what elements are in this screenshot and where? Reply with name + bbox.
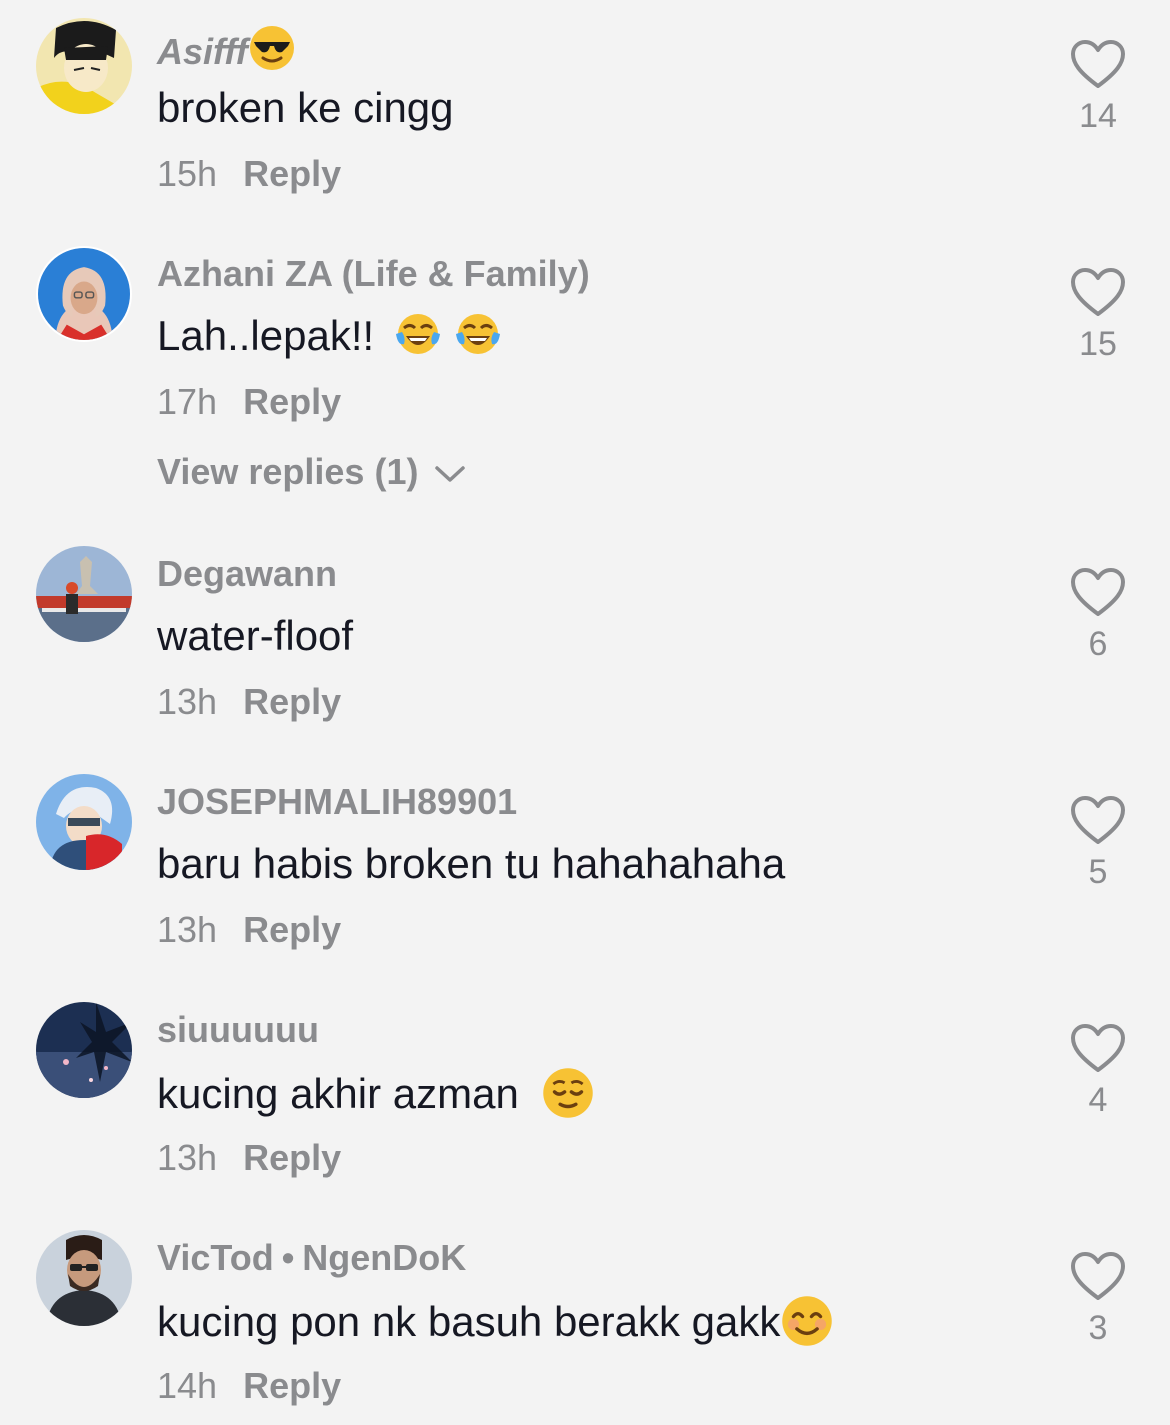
relieved-emoji (541, 1066, 595, 1120)
heart-icon (1071, 796, 1125, 844)
comment-text-body: kucing akhir azman (157, 1070, 519, 1117)
reply-button[interactable]: Reply (243, 1365, 341, 1406)
avatar[interactable] (36, 546, 132, 642)
comment-meta: 14h Reply (157, 1364, 341, 1408)
reply-button[interactable]: Reply (243, 1137, 341, 1178)
like-count: 6 (1088, 625, 1108, 663)
heart-icon (1071, 1024, 1125, 1072)
comment-meta: 15h Reply (157, 152, 341, 196)
avatar[interactable] (36, 18, 132, 114)
like-button[interactable]: 4 (1060, 1022, 1136, 1120)
like-button[interactable]: 15 (1060, 266, 1136, 364)
heart-icon (1071, 1252, 1125, 1300)
like-count: 15 (1079, 325, 1117, 363)
like-button[interactable]: 3 (1060, 1250, 1136, 1348)
sunglasses-emoji (248, 24, 296, 72)
comment-text-body: kucing pon nk basuh berakk gakk (157, 1298, 781, 1345)
username-suffix[interactable]: NgenDoK (302, 1237, 466, 1278)
username-separator: • (281, 1237, 295, 1278)
comment-time: 17h (157, 381, 218, 422)
comment-meta: 13h Reply (157, 1136, 341, 1180)
comment-text: kucing pon nk basuh berakk gakk (157, 1294, 834, 1348)
username[interactable]: Asifff (157, 24, 296, 74)
chevron-down-icon (435, 466, 466, 483)
username-text[interactable]: VicTod (157, 1237, 274, 1278)
avatar[interactable] (36, 1002, 132, 1098)
smiling-emoji (780, 1294, 834, 1348)
reply-button[interactable]: Reply (243, 681, 341, 722)
comment-text: Lah..lepak!! (157, 310, 502, 362)
avatar[interactable] (36, 246, 132, 342)
like-button[interactable]: 6 (1060, 566, 1136, 664)
comment-text-body: Lah..lepak!! (157, 312, 375, 359)
heart-icon (1071, 40, 1125, 88)
username[interactable]: JOSEPHMALIH89901 (157, 780, 517, 824)
tears-of-joy-emoji (454, 310, 502, 358)
comment-text: baru habis broken tu hahahahaha (157, 840, 786, 887)
avatar[interactable] (36, 1230, 132, 1326)
reply-button[interactable]: Reply (243, 381, 341, 422)
username[interactable]: Azhani ZA (Life & Family) (157, 252, 590, 296)
username[interactable]: siuuuuuu (157, 1008, 319, 1052)
view-replies-button[interactable]: View replies (1) (157, 450, 466, 494)
comment-text: water-floof (157, 612, 354, 659)
comment-text: broken ke cingg (157, 84, 454, 131)
heart-icon (1071, 268, 1125, 316)
like-button[interactable]: 5 (1060, 794, 1136, 892)
username[interactable]: Degawann (157, 552, 337, 596)
view-replies-label: View replies (1) (157, 451, 419, 492)
avatar[interactable] (36, 774, 132, 870)
like-count: 3 (1088, 1309, 1108, 1347)
heart-icon (1071, 568, 1125, 616)
comment-time: 15h (157, 153, 218, 194)
comment-text: kucing akhir azman (157, 1066, 595, 1120)
username[interactable]: VicTod • NgenDoK (157, 1236, 466, 1280)
comment-meta: 13h Reply (157, 908, 341, 952)
like-count: 14 (1079, 97, 1117, 135)
reply-button[interactable]: Reply (243, 909, 341, 950)
reply-button[interactable]: Reply (243, 153, 341, 194)
comment-time: 14h (157, 1365, 218, 1406)
like-count: 5 (1088, 853, 1108, 891)
comment-meta: 13h Reply (157, 680, 341, 724)
comment-time: 13h (157, 1137, 218, 1178)
like-button[interactable]: 14 (1060, 38, 1136, 136)
comment-time: 13h (157, 909, 218, 950)
username-text[interactable]: Asifff (157, 31, 248, 72)
tears-of-joy-emoji (394, 310, 442, 358)
comment-meta: 17h Reply (157, 380, 341, 424)
comment-time: 13h (157, 681, 218, 722)
like-count: 4 (1088, 1081, 1108, 1119)
